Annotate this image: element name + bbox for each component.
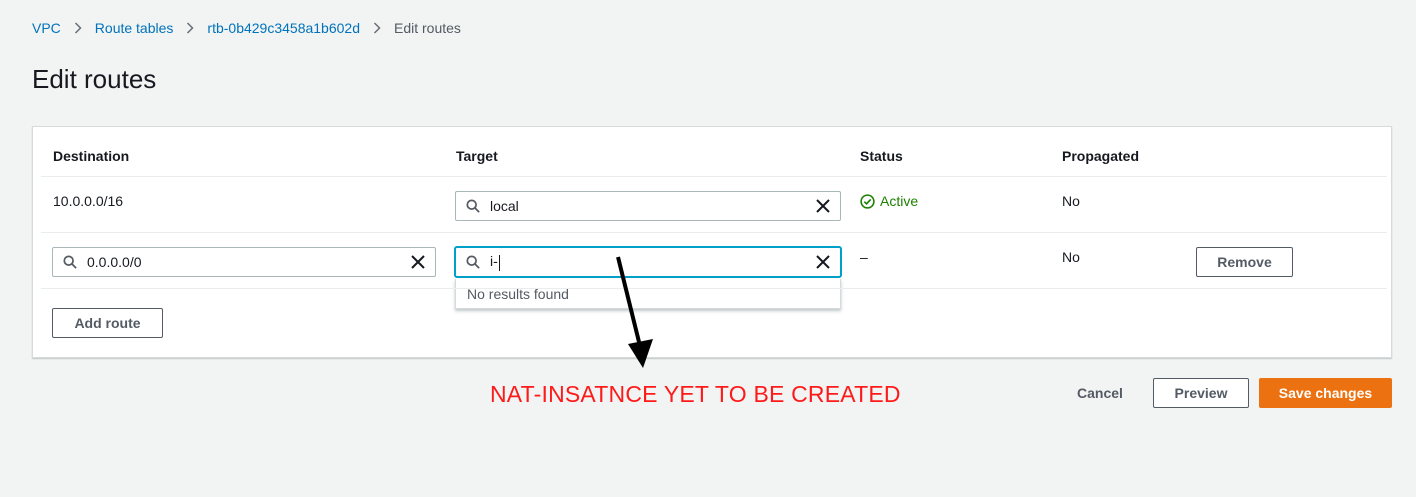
breadcrumb-vpc[interactable]: VPC (32, 20, 61, 36)
destination-cell: 10.0.0.0/16 (53, 193, 124, 209)
clear-icon[interactable] (816, 255, 830, 269)
status-cell: – (860, 249, 868, 265)
status-text: Active (880, 193, 919, 209)
target-input[interactable]: i- (455, 247, 841, 277)
breadcrumb-route-table-id[interactable]: rtb-0b429c3458a1b602d (207, 20, 360, 36)
column-header-status: Status (860, 148, 903, 164)
chevron-right-icon (74, 22, 82, 34)
row-divider (41, 232, 1387, 233)
search-icon (466, 199, 480, 213)
chevron-right-icon (373, 22, 381, 34)
target-dropdown: No results found (455, 279, 841, 309)
preview-button[interactable]: Preview (1153, 378, 1249, 408)
status-badge: Active (860, 193, 918, 209)
target-input-text: i- (490, 253, 498, 270)
page-title: Edit routes (32, 64, 157, 94)
target-input[interactable]: local (455, 191, 841, 221)
propagated-cell: No (1062, 193, 1080, 209)
chevron-right-icon (186, 22, 194, 34)
clear-icon[interactable] (411, 255, 425, 269)
routes-panel: Destination Target Status Propagated 10.… (32, 126, 1392, 358)
check-circle-icon (860, 193, 875, 209)
breadcrumb-route-tables[interactable]: Route tables (95, 20, 174, 36)
search-icon (63, 255, 77, 269)
row-divider (41, 176, 1387, 177)
column-header-destination: Destination (53, 148, 130, 164)
annotation-text: NAT-INSATNCE YET TO BE CREATED (490, 381, 901, 407)
clear-icon[interactable] (816, 199, 830, 213)
destination-input-value: 0.0.0.0/0 (87, 254, 142, 270)
cancel-button[interactable]: Cancel (1077, 385, 1123, 401)
add-route-button[interactable]: Add route (52, 308, 163, 338)
breadcrumb: VPC Route tables rtb-0b429c3458a1b602d E… (32, 20, 461, 36)
breadcrumb-current: Edit routes (393, 20, 461, 36)
search-icon (466, 255, 480, 269)
target-input-value: i- (490, 253, 816, 271)
row-divider (41, 288, 1387, 289)
column-header-target: Target (456, 148, 498, 164)
text-cursor (498, 254, 500, 271)
save-changes-button[interactable]: Save changes (1259, 378, 1392, 408)
target-input-value: local (490, 198, 519, 214)
destination-input[interactable]: 0.0.0.0/0 (52, 247, 436, 277)
remove-button[interactable]: Remove (1196, 247, 1293, 277)
column-header-propagated: Propagated (1062, 148, 1140, 164)
propagated-cell: No (1062, 249, 1080, 265)
